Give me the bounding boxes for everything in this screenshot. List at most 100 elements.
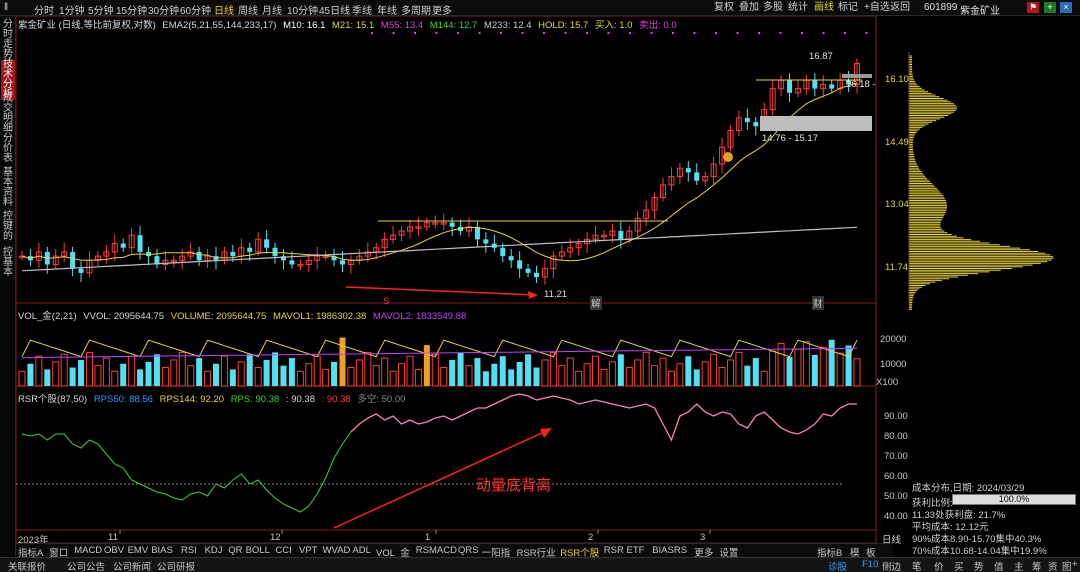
timeframe-tab-item-4[interactable]: 30分钟 [148, 2, 179, 17]
status-button-item-6[interactable]: 势 [974, 559, 984, 572]
volume-bar [423, 345, 430, 386]
status-button-item-11[interactable]: 图 [1062, 559, 1072, 572]
signal-dot [414, 32, 416, 34]
timeframe-tab-item-13[interactable]: 多周期 [401, 2, 431, 17]
volume-bar [836, 352, 844, 387]
candles-group [19, 58, 860, 285]
status-button-item-5[interactable]: 买 [954, 559, 964, 572]
toolbar-button-item-1[interactable]: 叠加 [737, 1, 761, 14]
timeframe-tab-item-7[interactable]: 周线 [238, 2, 258, 17]
left-tab-item-6[interactable]: 控基本 [1, 248, 15, 278]
volume-bar [313, 355, 321, 387]
timeframe-tab-item-10[interactable]: 45日线 [319, 2, 350, 17]
signal-dot [650, 32, 653, 34]
indicator-tab-item-13[interactable]: ADL [352, 545, 370, 556]
chart-frame [16, 16, 877, 543]
indicator-tab-item-6[interactable]: RSI [181, 545, 197, 556]
status-link-item-0[interactable]: 关联报价 [8, 559, 46, 572]
indicator-tab-item-20[interactable]: RSR ETF [604, 545, 645, 556]
timeframe-tab-item-9[interactable]: 10分钟 [287, 2, 318, 17]
indicator-tab-item-9[interactable]: BOLL [246, 545, 270, 556]
status-button-item-0[interactable]: 诊股 [828, 559, 847, 572]
toolbar-button-item-7[interactable]: 返回 [888, 1, 912, 14]
toolbar-handle-icon: ‖ [4, 2, 9, 13]
indicator-tab-item-2[interactable]: MACD [74, 545, 102, 556]
volume-bar [777, 343, 785, 387]
candle-body [812, 80, 818, 89]
indicator-tabs: 指标A 窗口 MACD OBV EMV BIAS RSI KDJ QR BOLL CCI VPT WVA… [16, 543, 893, 559]
candle-body [78, 268, 84, 273]
left-tab-item-3[interactable]: 分价表 [1, 134, 15, 164]
vol-ma2-line [22, 347, 858, 359]
timeframe-tab-item-11[interactable]: 季线 [352, 2, 372, 17]
candle-body [533, 272, 539, 278]
volume-bars-group [18, 337, 861, 387]
support-zone [760, 116, 872, 131]
indicator-tab-item-12[interactable]: WVAD [323, 545, 351, 556]
signal-dot [543, 32, 545, 34]
toolbar-button-item-0[interactable]: 复权 [712, 1, 736, 14]
indicator-tab-item-21[interactable]: BIASRS [652, 545, 687, 556]
left-tab-item-0[interactable]: 分时走势 [1, 20, 15, 60]
status-button-item-4[interactable]: 价 [934, 559, 944, 572]
timeframe-tab-item-8[interactable]: 月线 [262, 2, 282, 17]
timeframe-tab-item-5[interactable]: 60分钟 [180, 2, 211, 17]
indicator-tab-item-10[interactable]: CCI [275, 545, 291, 556]
status-button-item-3[interactable]: 笔 [912, 559, 922, 572]
status-link-item-3[interactable]: 公司研报 [157, 559, 195, 572]
volume-bar [617, 354, 624, 386]
status-button-item-8[interactable]: 主 [1014, 559, 1024, 572]
timeframe-tab-item-1[interactable]: 1分钟 [59, 2, 85, 17]
volume-bar [60, 353, 68, 387]
toolbar-button-item-4[interactable]: 画线 [812, 1, 836, 14]
status-button-item-9[interactable]: 筹 [1032, 559, 1042, 572]
s-marker: S [383, 296, 390, 307]
volume-bar [482, 371, 489, 386]
status-link-item-1[interactable]: 公司公告 [67, 559, 105, 572]
indicator-tab-item-3[interactable]: OBV [104, 545, 124, 556]
rsr-tick-2: 80.00 [884, 431, 908, 442]
rsr-tick-1: 90.00 [884, 411, 908, 422]
timeframe-tab-item-3[interactable]: 15分钟 [116, 2, 147, 17]
status-button-item-1[interactable]: F10 [862, 559, 878, 570]
chart-area[interactable] [16, 16, 1080, 543]
timeframe-tab-item-12[interactable]: 年线 [377, 2, 397, 17]
status-button-item-12[interactable]: + [1072, 559, 1078, 570]
volume-bar [35, 355, 43, 387]
vvol-value: VVOL: 2095644.75 [83, 311, 165, 322]
status-button-item-2[interactable]: 侧边 [882, 559, 901, 572]
buy-value: 买入: 1.0 [594, 20, 633, 31]
status-link-item-2[interactable]: 公司新闻 [113, 559, 151, 572]
indicator-tab-item-7[interactable]: KDJ [205, 545, 223, 556]
m55-value: M55: 13.4 [380, 20, 424, 31]
timeframe-tab-item-14[interactable]: 更多 [432, 2, 452, 17]
signal-dot [521, 32, 524, 34]
left-tab-item-2[interactable]: 成交明细 [1, 94, 15, 134]
timeframe-tab-item-6[interactable]: 日线 [214, 2, 234, 17]
left-tab-item-5[interactable]: 控键的 [1, 212, 15, 242]
flag-icon[interactable]: ⚑ [1027, 2, 1039, 13]
add-icon[interactable]: + [1044, 2, 1056, 13]
candle-body [196, 251, 202, 261]
toolbar-button-item-5[interactable]: 标记 [836, 1, 860, 14]
close-icon[interactable]: × [1060, 2, 1072, 13]
toolbar-button-item-2[interactable]: 多股 [761, 1, 785, 14]
signal-dot [779, 32, 782, 34]
signal-dot [715, 32, 717, 34]
indicator-tab-item-15[interactable]: RSMACD [416, 545, 457, 556]
status-button-item-7[interactable]: 值 [994, 559, 1004, 572]
hold-value: HOLD: 15.7 [538, 20, 589, 31]
indicator-tab-item-16[interactable]: QRS [458, 545, 479, 556]
volume-bar [27, 363, 34, 386]
indicator-tab-item-11[interactable]: VPT [299, 545, 317, 556]
mavol2-value: MAVOL2: 1833549.88 [372, 311, 467, 322]
indicator-tab-item-8[interactable]: QR [228, 545, 242, 556]
timeframe-tab-item-0[interactable]: 分时 [34, 2, 54, 17]
indicator-tab-item-4[interactable]: EMV [128, 545, 149, 556]
status-button-item-10[interactable]: 资 [1048, 559, 1058, 572]
left-tab-item-4[interactable]: 基本资料 [1, 168, 15, 208]
timeframe-tab-item-2[interactable]: 5分钟 [88, 2, 114, 17]
indicator-tab-item-5[interactable]: BIAS [151, 545, 173, 556]
candle-body [272, 247, 278, 257]
toolbar-button-item-3[interactable]: 统计 [786, 1, 810, 14]
